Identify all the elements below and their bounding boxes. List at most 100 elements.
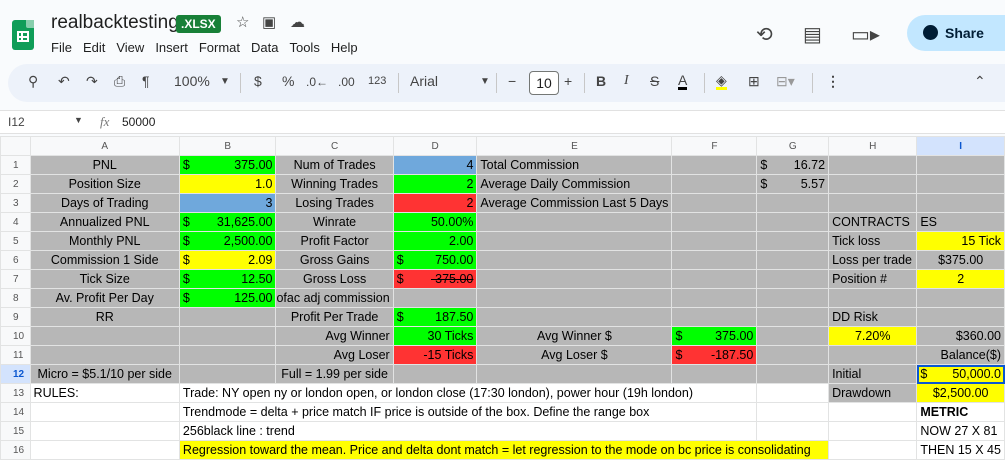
row-header[interactable]: 13	[0, 383, 31, 403]
format-percent-button[interactable]: %	[282, 73, 294, 89]
cell-h1[interactable]	[828, 155, 918, 175]
cell-f8[interactable]	[671, 288, 758, 308]
row-header[interactable]: 1	[0, 155, 31, 175]
cell-g1[interactable]: $16.72	[756, 155, 830, 175]
cell-i5[interactable]: 15 Tick	[916, 231, 1005, 251]
cell-a1[interactable]: PNL	[29, 155, 180, 175]
cell-d2[interactable]: 2	[392, 174, 478, 194]
cell-h10[interactable]: 7.20%	[828, 326, 918, 346]
row-header[interactable]: 14	[0, 402, 31, 422]
menu-insert[interactable]: Insert	[155, 40, 188, 55]
cell-a9[interactable]: RR	[29, 307, 180, 327]
cell-d9[interactable]: $187.50	[392, 307, 478, 327]
cell-a12[interactable]: Micro = $5.1/10 per side	[29, 364, 180, 384]
borders-icon[interactable]: ⊞	[748, 73, 760, 90]
row-header[interactable]: 5	[0, 231, 31, 251]
cell-f4[interactable]	[671, 212, 758, 232]
cell-a14[interactable]	[29, 402, 180, 422]
cell-i10[interactable]: $360.00	[916, 326, 1005, 346]
cell-i9[interactable]	[916, 307, 1005, 327]
zoom-select[interactable]: 100%	[174, 73, 210, 89]
cell-g15[interactable]	[756, 421, 830, 441]
cell-h12[interactable]: Initial	[828, 364, 918, 384]
cell-i13[interactable]: $2,500.00	[916, 383, 1005, 403]
cell-h5[interactable]: Tick loss	[828, 231, 918, 251]
more-options-icon[interactable]: ⋮	[826, 73, 840, 90]
cell-e2[interactable]: Average Daily Commission	[476, 174, 673, 194]
paint-format-icon[interactable]: ¶	[142, 73, 150, 89]
menu-help[interactable]: Help	[331, 40, 358, 55]
column-header-f[interactable]: F	[671, 136, 758, 156]
cell-h14[interactable]	[828, 402, 918, 422]
cell-f5[interactable]	[671, 231, 758, 251]
cell-a13[interactable]: RULES:	[29, 383, 180, 403]
cell-g12[interactable]	[756, 364, 830, 384]
cell-g5[interactable]	[756, 231, 830, 251]
cell-e7[interactable]	[476, 269, 673, 289]
more-formats-button[interactable]: 123	[368, 75, 386, 87]
cell-h16[interactable]	[828, 440, 918, 460]
cell-g6[interactable]	[756, 250, 830, 270]
cell-f7[interactable]	[671, 269, 758, 289]
row-header[interactable]: 10	[0, 326, 31, 346]
cell-b1[interactable]: $375.00	[178, 155, 277, 175]
cell-f12[interactable]	[671, 364, 758, 384]
cell-g14[interactable]	[756, 402, 830, 422]
cell-b4[interactable]: $31,625.00	[178, 212, 277, 232]
cell-f3[interactable]	[671, 193, 758, 213]
star-icon[interactable]: ☆	[236, 13, 249, 31]
increase-decimal-button[interactable]: .00	[338, 75, 355, 89]
cell-g8[interactable]	[756, 288, 830, 308]
bold-icon[interactable]: B	[596, 73, 606, 89]
cell-d1[interactable]: 4	[392, 155, 478, 175]
cell-h2[interactable]	[828, 174, 918, 194]
font-select[interactable]: Arial	[410, 73, 438, 89]
comments-icon[interactable]: ▤	[803, 22, 822, 47]
cell-f6[interactable]	[671, 250, 758, 270]
cell-c4[interactable]: Winrate	[275, 212, 394, 232]
cell-i8[interactable]	[916, 288, 1005, 308]
cell-a2[interactable]: Position Size	[29, 174, 180, 194]
decrease-font-size-icon[interactable]: −	[508, 73, 516, 89]
column-header-i[interactable]: I	[916, 136, 1005, 156]
row-header[interactable]: 12	[0, 364, 31, 384]
cell-i4[interactable]: ES	[916, 212, 1005, 232]
format-currency-button[interactable]: $	[254, 73, 262, 89]
cell-g4[interactable]	[756, 212, 830, 232]
menu-tools[interactable]: Tools	[289, 40, 319, 55]
cell-a10[interactable]	[29, 326, 180, 346]
cell-i12[interactable]: $50,000.0	[916, 364, 1005, 384]
cell-f2[interactable]	[671, 174, 758, 194]
select-all-corner[interactable]	[0, 136, 31, 156]
cell-d5[interactable]: 2.00	[392, 231, 478, 251]
name-box-dropdown-icon[interactable]: ▼	[74, 115, 83, 125]
cell-b7[interactable]: $12.50	[178, 269, 277, 289]
column-header-g[interactable]: G	[756, 136, 830, 156]
cell-a16[interactable]	[29, 440, 180, 460]
cell-a8[interactable]: Av. Profit Per Day	[29, 288, 180, 308]
merge-cells-icon[interactable]: ⊟▾	[776, 73, 795, 90]
cell-b8[interactable]: $125.00	[178, 288, 277, 308]
cell-g9[interactable]	[756, 307, 830, 327]
share-button[interactable]: Share	[907, 15, 1005, 51]
cell-e5[interactable]	[476, 231, 673, 251]
cell-c2[interactable]: Winning Trades	[275, 174, 394, 194]
row-header[interactable]: 2	[0, 174, 31, 194]
cell-e8[interactable]	[476, 288, 673, 308]
cell-f1[interactable]	[671, 155, 758, 175]
cell-i16[interactable]: THEN 15 X 45	[916, 440, 1005, 460]
name-box[interactable]: I12	[8, 115, 25, 129]
cell-d7[interactable]: $ -375.00	[392, 269, 478, 289]
cell-b9[interactable]	[178, 307, 277, 327]
row-header[interactable]: 9	[0, 307, 31, 327]
cell-b14[interactable]: Trendmode = delta + price match IF price…	[178, 402, 758, 422]
row-header[interactable]: 11	[0, 345, 31, 365]
formula-input[interactable]: 50000	[122, 115, 155, 129]
meet-icon[interactable]: ▭▸	[851, 22, 880, 47]
cell-e11[interactable]: Avg Loser $	[476, 345, 673, 365]
move-folder-icon[interactable]: ▣	[262, 13, 276, 31]
column-header-e[interactable]: E	[476, 136, 673, 156]
cell-g2[interactable]: $5.57	[756, 174, 830, 194]
row-header[interactable]: 16	[0, 440, 31, 460]
cell-e6[interactable]	[476, 250, 673, 270]
